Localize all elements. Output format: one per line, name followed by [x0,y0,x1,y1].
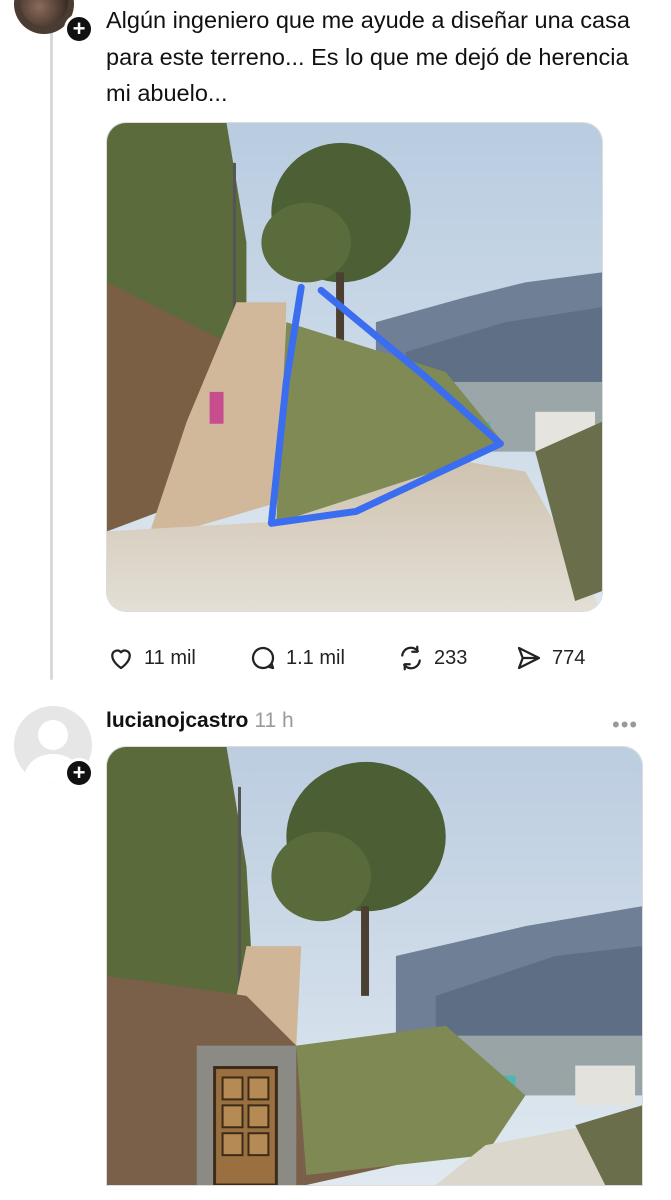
repost-icon [401,645,421,671]
reply-header: lucianojcastro 11 h [106,706,294,736]
reply-username[interactable]: lucianojcastro [106,709,248,732]
follow-plus-icon[interactable]: + [64,758,94,788]
comment-count: 1.1 mil [286,646,345,669]
comment-icon [251,646,275,670]
edited-terrain-photo [107,747,642,1185]
more-options-icon[interactable]: ••• [612,712,638,738]
reply-image-house-door[interactable] [106,746,643,1186]
heart-icon [111,649,131,670]
post-text: Algún ingeniero que me ayude a diseñar u… [106,7,630,106]
share-button[interactable]: 774 [514,640,585,676]
like-button[interactable]: 11 mil [106,640,196,676]
terrain-photo [107,123,602,611]
post-actions: 11 mil 1.1 mil 233 774 [106,640,606,676]
comment-button[interactable]: 1.1 mil [248,640,345,676]
share-count: 774 [552,646,586,669]
thread-line [50,30,53,680]
like-count: 11 mil [144,646,196,669]
reply-time: 11 h [254,709,294,732]
send-icon [517,646,541,670]
post-image-terrain[interactable] [106,122,603,612]
repost-count: 233 [434,646,468,669]
repost-button[interactable]: 233 [396,640,467,676]
follow-plus-icon[interactable]: + [64,14,94,44]
